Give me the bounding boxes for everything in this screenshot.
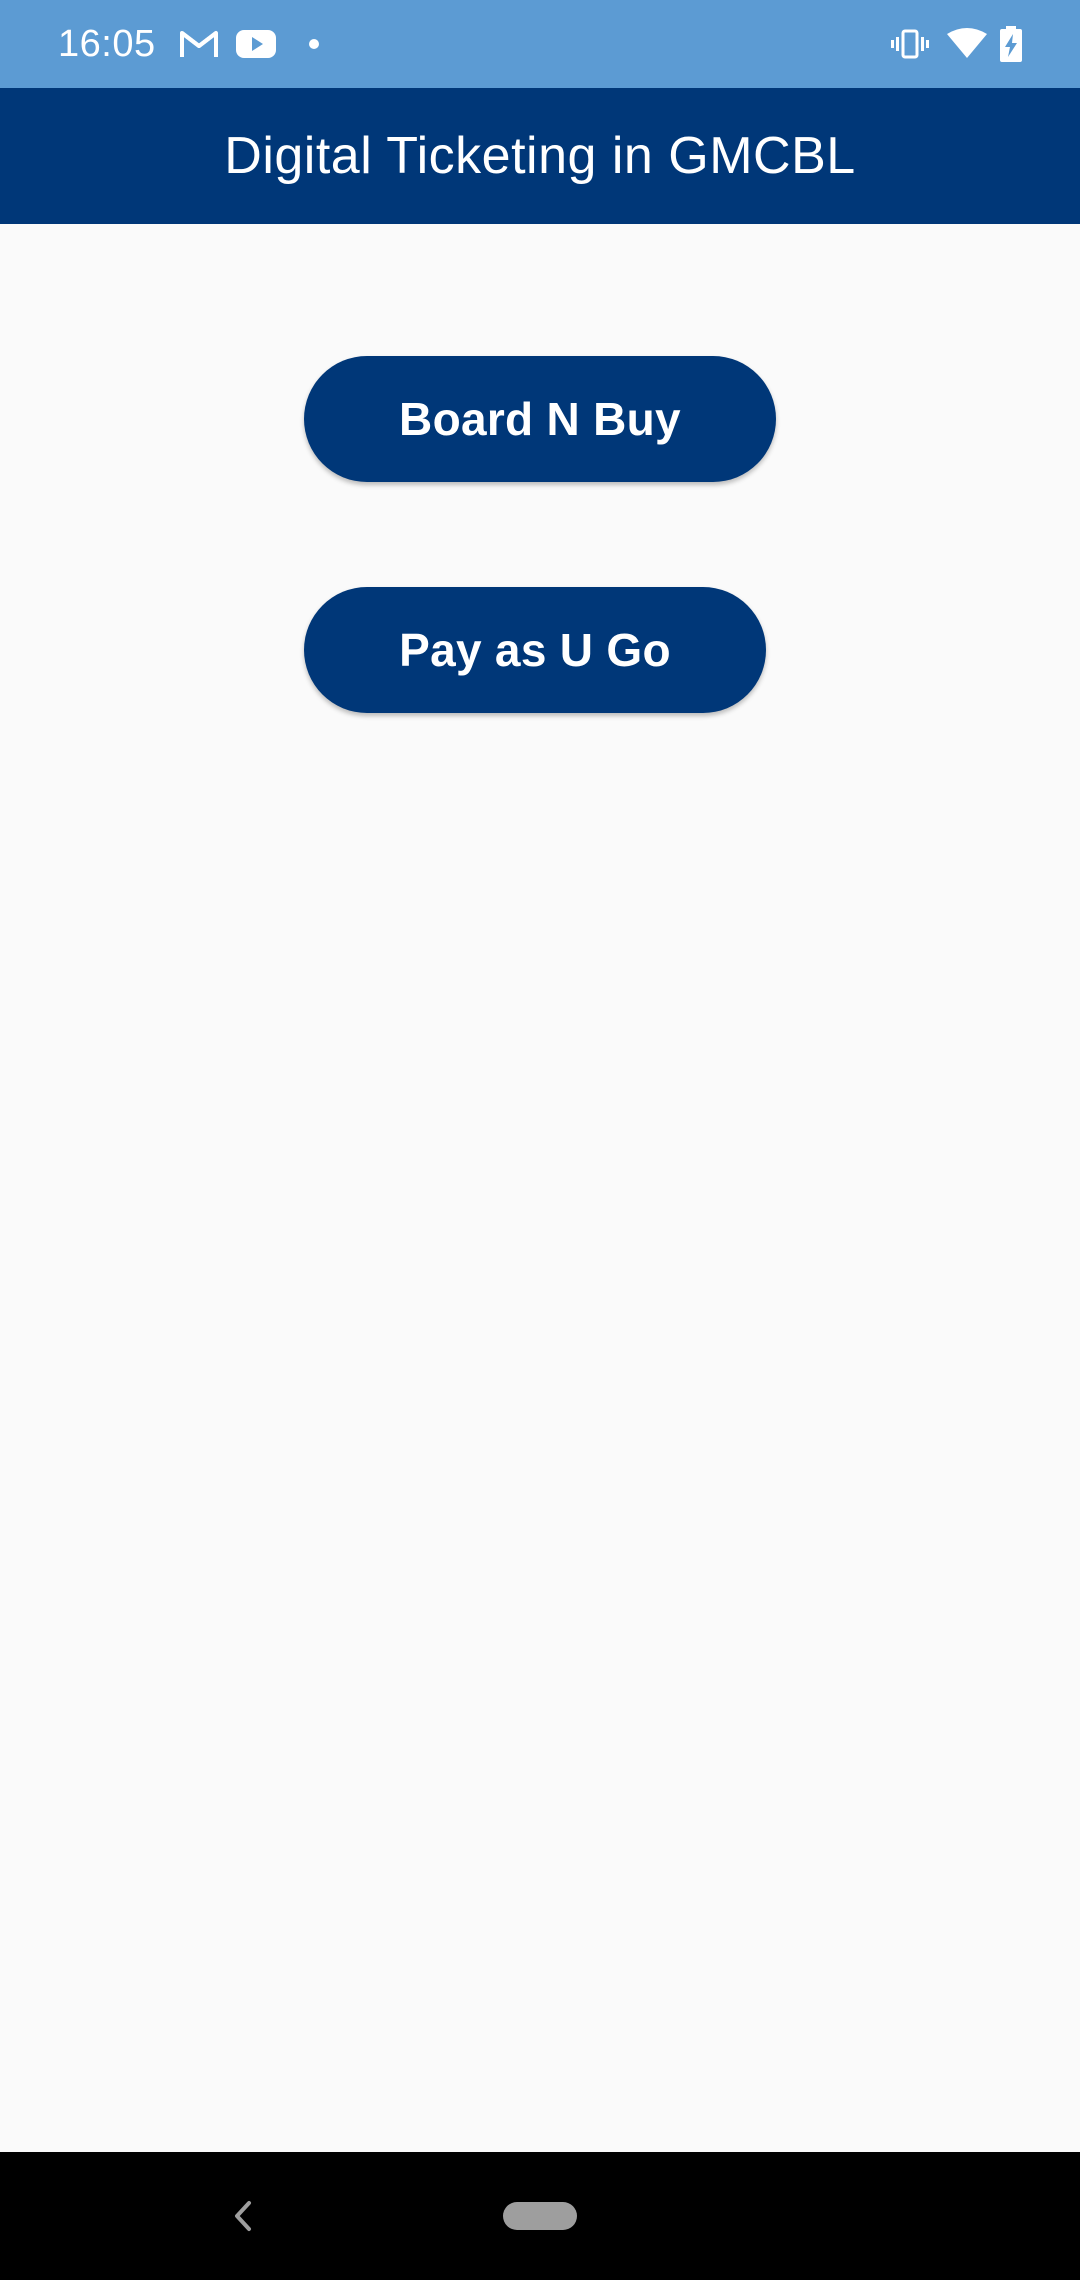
navigation-bar xyxy=(0,2152,1080,2280)
app-bar: Digital Ticketing in GMCBL xyxy=(0,88,1080,224)
battery-charging-icon xyxy=(996,22,1026,66)
status-bar: 16:05 xyxy=(0,0,1080,88)
app-screen: 16:05 Digital Ticketing in GMCBL Board N… xyxy=(0,0,1080,2280)
pay-as-u-go-button[interactable]: Pay as U Go xyxy=(304,587,766,713)
board-n-buy-button[interactable]: Board N Buy xyxy=(304,356,776,482)
vibrate-icon xyxy=(890,22,930,66)
notification-dot-icon xyxy=(305,22,323,66)
wifi-icon xyxy=(946,22,988,66)
app-title: Digital Ticketing in GMCBL xyxy=(224,127,856,185)
home-pill-icon[interactable] xyxy=(503,2202,577,2230)
youtube-icon xyxy=(234,22,278,66)
back-icon[interactable] xyxy=(228,2196,258,2236)
status-time: 16:05 xyxy=(58,23,156,65)
gmail-icon xyxy=(178,22,220,66)
